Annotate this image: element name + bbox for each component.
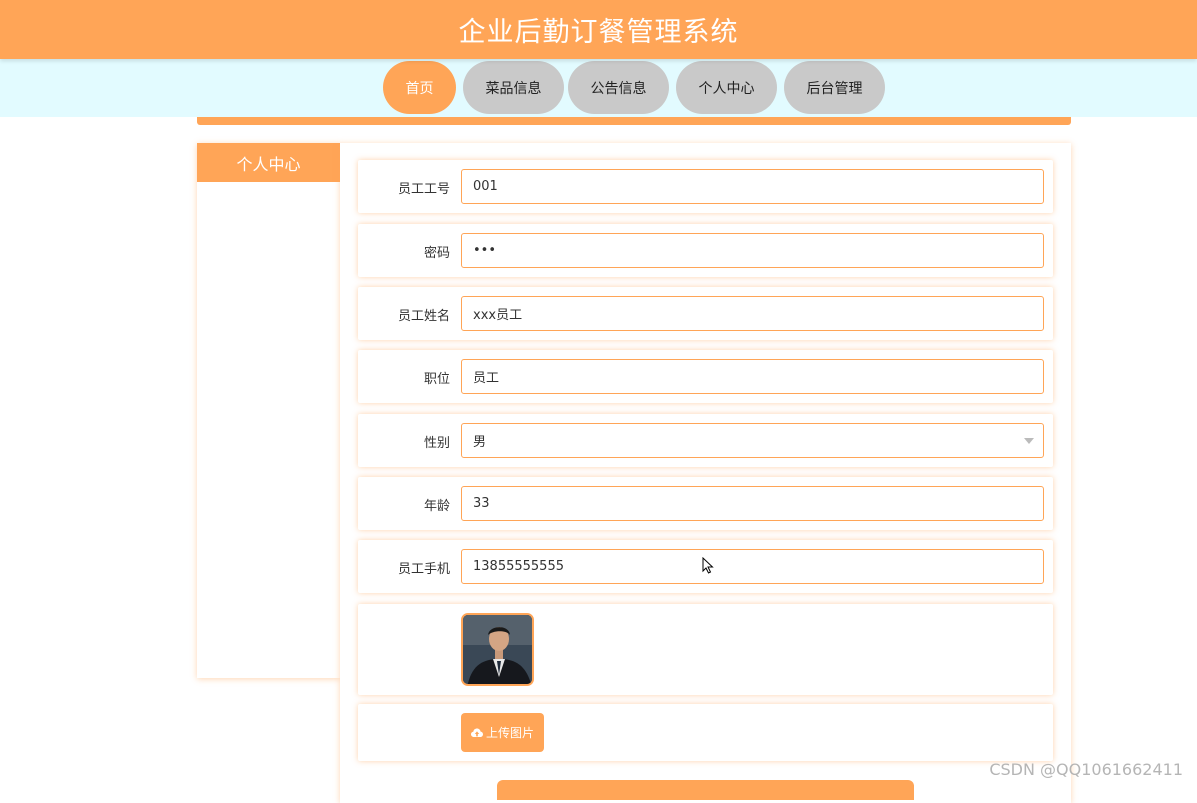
employee-id-input[interactable]: 001 xyxy=(461,169,1044,204)
gender-label: 性别 xyxy=(423,436,450,451)
password-input[interactable]: ••• xyxy=(461,233,1044,268)
gender-select-value: 男 xyxy=(473,435,487,450)
upload-image-button[interactable]: 上传图片 xyxy=(461,713,544,752)
form-row-name: 员工姓名 xxx员工 xyxy=(358,287,1053,340)
upload-button-label: 上传图片 xyxy=(485,726,534,740)
employee-id-label: 员工工号 xyxy=(397,182,450,197)
form-row-password: 密码 ••• xyxy=(358,224,1053,277)
app-header: 企业后勤订餐管理系统 xyxy=(0,0,1197,59)
cloud-upload-icon xyxy=(470,728,483,737)
password-label: 密码 xyxy=(423,246,450,261)
form-row-gender: 性别 男 xyxy=(358,414,1053,467)
gender-select[interactable]: 男 xyxy=(461,423,1044,458)
phone-label: 员工手机 xyxy=(397,562,450,577)
form-row-age: 年龄 33 xyxy=(358,477,1053,530)
position-label: 职位 xyxy=(423,372,450,387)
form-row-employee-id: 员工工号 001 xyxy=(358,160,1053,213)
nav-item-admin[interactable]: 后台管理 xyxy=(784,61,885,114)
nav-bar: 首页 菜品信息 公告信息 个人中心 后台管理 xyxy=(0,59,1197,117)
nav-item-profile[interactable]: 个人中心 xyxy=(676,61,777,114)
sidebar: 个人中心 xyxy=(197,143,340,678)
page-title: 企业后勤订餐管理系统 xyxy=(458,17,739,48)
avatar-image xyxy=(463,615,532,684)
accent-divider xyxy=(197,117,1071,125)
name-input[interactable]: xxx员工 xyxy=(461,296,1044,331)
mouse-pointer-icon xyxy=(702,557,714,574)
nav-item-home[interactable]: 首页 xyxy=(383,61,456,114)
nav-item-notices[interactable]: 公告信息 xyxy=(568,61,669,114)
form-row-avatar xyxy=(358,604,1053,695)
avatar xyxy=(461,613,534,686)
age-label: 年龄 xyxy=(423,499,450,514)
chevron-down-icon xyxy=(1024,438,1034,444)
name-label: 员工姓名 xyxy=(397,309,450,324)
form-row-upload: 上传图片 xyxy=(358,704,1053,761)
sidebar-title[interactable]: 个人中心 xyxy=(197,143,340,182)
watermark: CSDN @QQ1061662411 xyxy=(989,760,1183,779)
form-row-position: 职位 员工 xyxy=(358,350,1053,403)
profile-form: 员工工号 001 密码 ••• 员工姓名 xxx员工 职位 员工 性别 男 年龄… xyxy=(340,143,1071,803)
position-input[interactable]: 员工 xyxy=(461,359,1044,394)
age-input[interactable]: 33 xyxy=(461,486,1044,521)
phone-input[interactable]: 13855555555 xyxy=(461,549,1044,584)
nav-item-dishes[interactable]: 菜品信息 xyxy=(463,61,564,114)
submit-button[interactable] xyxy=(497,780,914,800)
